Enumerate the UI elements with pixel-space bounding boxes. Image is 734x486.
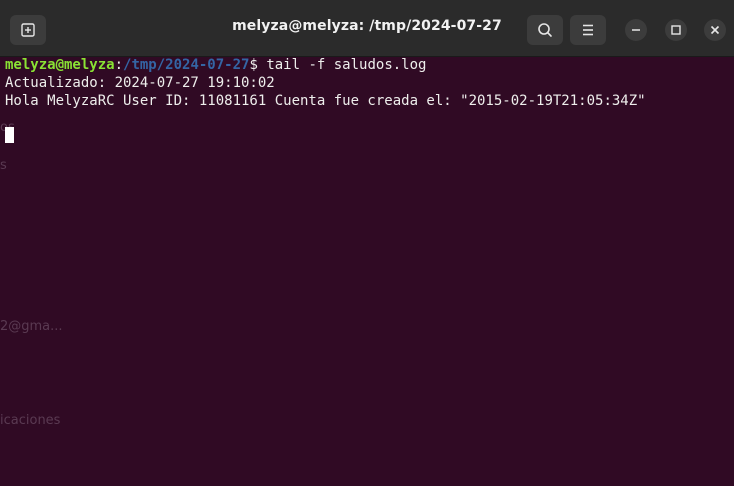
title-bar[interactable]: melyza@melyza: /tmp/2024-07-27: [0, 0, 734, 57]
window-title: melyza@melyza: /tmp/2024-07-27: [232, 18, 502, 34]
menu-button[interactable]: [570, 15, 606, 45]
text-cursor: [5, 127, 14, 143]
terminal-window: s os s 2@gma... icaciones melyza@melyza:…: [0, 0, 734, 486]
maximize-button[interactable]: [665, 19, 687, 41]
prompt-path: /tmp/2024-07-27: [123, 57, 250, 73]
command-line: melyza@melyza:/tmp/2024-07-27$ tail -f s…: [5, 56, 426, 74]
search-button[interactable]: [527, 15, 563, 45]
prompt-user: melyza@melyza: [5, 57, 115, 73]
terminal-output-area[interactable]: melyza@melyza:/tmp/2024-07-27$ tail -f s…: [0, 56, 734, 486]
output-line: Hola MelyzaRC User ID: 11081161 Cuenta f…: [5, 93, 646, 109]
minimize-button[interactable]: [625, 19, 647, 41]
prompt-symbol: $: [249, 57, 258, 73]
prompt-separator: :: [114, 57, 124, 73]
close-button[interactable]: [704, 19, 726, 41]
output-line: Actualizado: 2024-07-27 19:10:02: [5, 75, 275, 91]
command-text: tail -f saludos.log: [257, 57, 427, 73]
